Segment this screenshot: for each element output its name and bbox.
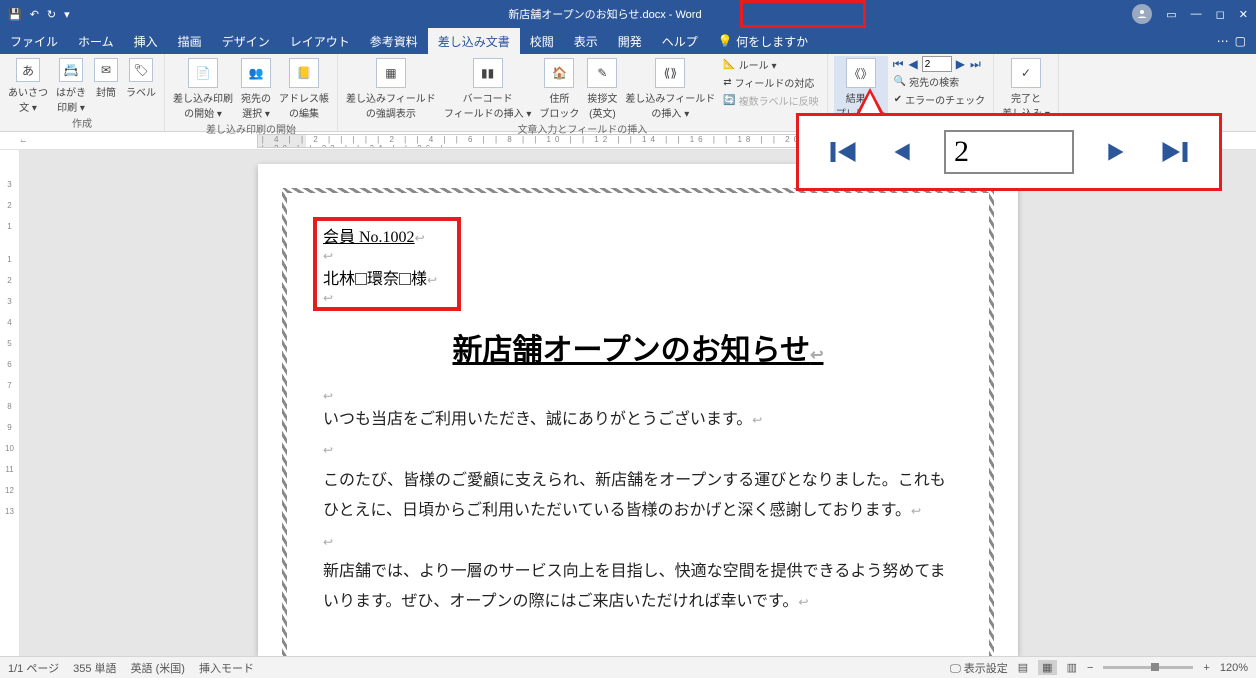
tab-mailings[interactable]: 差し込み文書	[428, 28, 520, 54]
paragraph-2: このたび、皆様のご愛顧に支えられ、新店舗をオープンする運びとなりました。これもひ…	[323, 472, 946, 519]
group-start-merge: 📄差し込み印刷 の開始 ▾ 👥宛先の 選択 ▾ 📒アドレス帳 の編集 差し込み印…	[165, 54, 338, 131]
quick-access-toolbar: 💾 ↶ ↻ ▾	[0, 8, 78, 21]
tab-design[interactable]: デザイン	[212, 28, 280, 54]
share-icon[interactable]: ⋯	[1217, 34, 1229, 48]
last-record-icon[interactable]: ⏭	[969, 57, 982, 72]
tab-help[interactable]: ヘルプ	[652, 28, 708, 54]
record-number-input[interactable]	[922, 56, 952, 72]
status-mode[interactable]: 挿入モード	[199, 660, 254, 676]
envelope-button[interactable]: ✉封筒	[92, 56, 120, 99]
finish-merge-button[interactable]: ✓完了と 差し込み ▾	[1000, 56, 1052, 120]
rules-button[interactable]: 📐ルール ▾	[721, 56, 820, 73]
insert-merge-field-button[interactable]: ⟪⟫差し込みフィールド の挿入 ▾	[623, 56, 717, 120]
match-icon: ⇄	[723, 77, 731, 88]
comments-icon[interactable]: ▢	[1235, 34, 1246, 48]
paragraph-3: 新店舗では、より一層のサービス向上を目指し、快適な空間を提供できるよう努めてまい…	[323, 563, 946, 610]
record-number-big-input[interactable]	[944, 130, 1074, 174]
next-record-icon[interactable]: ▶	[955, 57, 966, 71]
first-record-icon[interactable]: ⏮	[892, 57, 905, 72]
callout-tail	[856, 88, 884, 114]
first-record-big-icon[interactable]	[828, 137, 858, 167]
undo-icon[interactable]: ↶	[30, 8, 39, 21]
match-fields-button[interactable]: ⇄フィールドの対応	[721, 74, 820, 91]
zoom-slider[interactable]	[1103, 666, 1193, 669]
group-write-insert: ▦差し込みフィールド の強調表示 ▮▮バーコード フィールドの挿入 ▾ 🏠住所 …	[338, 54, 828, 131]
select-recipients-button[interactable]: 👥宛先の 選択 ▾	[239, 56, 273, 120]
tab-references[interactable]: 参考資料	[360, 28, 428, 54]
vertical-ruler: 32112345678910111213	[0, 150, 20, 656]
label-button[interactable]: 🏷ラベル	[124, 56, 158, 99]
barcode-button[interactable]: ▮▮バーコード フィールドの挿入 ▾	[442, 56, 534, 120]
close-icon[interactable]: ✕	[1239, 8, 1248, 21]
print-layout-icon[interactable]: ▦	[1038, 660, 1056, 675]
window-title: 新店舗オープンのお知らせ.docx - Word	[78, 6, 1133, 22]
save-icon[interactable]: 💾	[8, 8, 22, 21]
document-page[interactable]: 会員 No.1002↩ ↩ 北林環奈様↩ ↩ 新店舗オープンのお知らせ↩ ↩ い…	[258, 164, 1018, 656]
document-title: 新店舗オープンのお知らせ	[452, 334, 810, 367]
update-labels-icon: 🔄	[723, 95, 735, 106]
tab-home[interactable]: ホーム	[68, 28, 124, 54]
greeting-button[interactable]: ああいさつ 文 ▾	[6, 56, 50, 114]
next-record-big-icon[interactable]	[1104, 139, 1130, 165]
zoom-out-icon[interactable]: −	[1087, 662, 1093, 674]
greeting-line-button[interactable]: ✎挨拶文 (英文)	[585, 56, 619, 120]
address-block-button[interactable]: 🏠住所 ブロック	[537, 56, 581, 120]
redo-icon[interactable]: ↻	[47, 8, 56, 21]
highlight-fields-button[interactable]: ▦差し込みフィールド の強調表示	[344, 56, 438, 120]
navigator-callout	[796, 113, 1222, 191]
lightbulb-icon: 💡	[718, 34, 733, 48]
tell-me-label: 何をしますか	[736, 33, 808, 50]
minimize-icon[interactable]: —	[1191, 8, 1202, 20]
edit-recipients-button[interactable]: 📒アドレス帳 の編集	[277, 56, 331, 120]
document-area: 32112345678910111213 会員 No.1002↩ ↩ 北林環奈様…	[0, 150, 1256, 656]
tab-file[interactable]: ファイル	[0, 28, 68, 54]
avatar[interactable]	[1132, 4, 1152, 24]
find-recipient-button[interactable]: 🔍宛先の検索	[892, 73, 987, 90]
zoom-in-icon[interactable]: +	[1203, 662, 1209, 674]
rules-icon: 📐	[723, 59, 735, 70]
prev-record-icon[interactable]: ◀	[908, 57, 919, 71]
status-words[interactable]: 355 単語	[73, 660, 116, 676]
group-create: ああいさつ 文 ▾ 📇はがき 印刷 ▾ ✉封筒 🏷ラベル 作成	[0, 54, 165, 131]
check-errors-button[interactable]: ✔エラーのチェック	[892, 91, 987, 108]
tab-draw[interactable]: 描画	[168, 28, 212, 54]
update-labels-button: 🔄複数ラベルに反映	[721, 92, 820, 109]
tab-review[interactable]: 校閲	[520, 28, 564, 54]
postcard-button[interactable]: 📇はがき 印刷 ▾	[54, 56, 88, 114]
qat-more-icon[interactable]: ▾	[64, 8, 70, 21]
prev-record-big-icon[interactable]	[888, 139, 914, 165]
paragraph-1: いつも当店をご利用いただき、誠にありがとうございます。	[323, 411, 752, 428]
status-page[interactable]: 1/1 ページ	[8, 660, 59, 676]
check-icon: ✔	[894, 94, 902, 105]
search-icon: 🔍	[894, 76, 906, 87]
status-language[interactable]: 英語 (米国)	[131, 660, 185, 676]
highlight-member-block	[313, 217, 461, 311]
start-merge-button[interactable]: 📄差し込み印刷 の開始 ▾	[171, 56, 235, 120]
maximize-icon[interactable]: ◻	[1216, 8, 1225, 21]
title-bar: 💾 ↶ ↻ ▾ 新店舗オープンのお知らせ.docx - Word ▭ — ◻ ✕	[0, 0, 1256, 28]
tab-view[interactable]: 表示	[564, 28, 608, 54]
group-create-label: 作成	[6, 114, 158, 132]
ribbon-tabs: ファイル ホーム 挿入 描画 デザイン レイアウト 参考資料 差し込み文書 校閲…	[0, 28, 1256, 54]
zoom-level[interactable]: 120%	[1220, 662, 1248, 674]
tab-developer[interactable]: 開発	[608, 28, 652, 54]
read-mode-icon[interactable]: ▤	[1018, 661, 1028, 674]
last-record-big-icon[interactable]	[1160, 137, 1190, 167]
web-layout-icon[interactable]: ▥	[1067, 661, 1077, 674]
tab-insert[interactable]: 挿入	[124, 28, 168, 54]
record-navigator: ⏮ ◀ ▶ ⏭	[892, 56, 987, 72]
tab-layout[interactable]: レイアウト	[280, 28, 360, 54]
tell-me[interactable]: 💡 何をしますか	[708, 28, 818, 54]
display-settings[interactable]: 🖵 表示設定	[950, 660, 1008, 676]
status-bar: 1/1 ページ 355 単語 英語 (米国) 挿入モード 🖵 表示設定 ▤ ▦ …	[0, 656, 1256, 678]
ribbon-display-icon[interactable]: ▭	[1166, 8, 1176, 21]
